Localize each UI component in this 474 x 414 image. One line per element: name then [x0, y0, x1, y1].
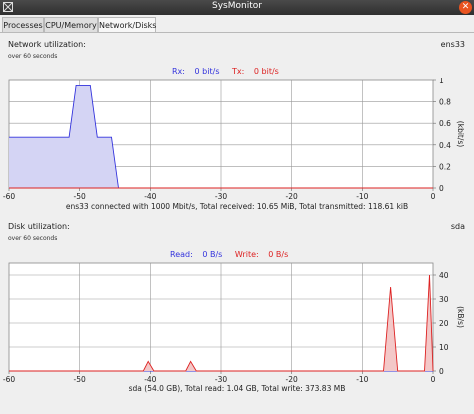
y-tick-label: 0.4: [439, 141, 451, 150]
title-bar: SysMonitor ✕: [0, 0, 474, 15]
network-chart: -60 -50 -40 -30 -20 -10 00 0.2 0.4 0.6 0.8 1 (kbit/s…: [3, 78, 465, 200]
y-tick-label: 30: [439, 295, 449, 304]
x-tick-label: -40: [144, 375, 156, 383]
rx-label: Rx:: [172, 67, 185, 76]
tab-network-disks[interactable]: Network/Disks: [98, 17, 156, 33]
x-tick-label: -10: [356, 375, 368, 383]
read-value: 0 B/s: [202, 250, 223, 259]
x-tick-label: -30: [215, 375, 227, 383]
network-summary: ens33 connected with 1000 Mbit/s, Total …: [65, 202, 409, 211]
disk-device-name: sda: [450, 222, 465, 231]
y-tick-label: 20: [439, 319, 449, 328]
rx-value: 0 bit/s: [194, 67, 220, 76]
x-tick-label: -50: [74, 375, 86, 383]
x-tick-label: 0: [431, 192, 436, 200]
write-value: 0 B/s: [268, 250, 289, 259]
network-legend: Rx: 0 bit/s Tx: 0 bit/s: [172, 67, 279, 76]
tab-cpu-memory[interactable]: CPU/Memory: [44, 17, 98, 32]
tab-processes[interactable]: Processes: [2, 17, 44, 32]
y-axis-label: (kB/s): [456, 306, 465, 328]
y-tick-label: 1: [439, 78, 444, 85]
x-tick-label: -10: [356, 192, 368, 200]
network-heading: Network utilization:: [8, 40, 86, 49]
y-tick-label: 10: [439, 343, 449, 352]
y-tick-label: 0.6: [439, 119, 451, 128]
y-axis-label: (kbit/s): [456, 121, 465, 147]
x-tick-label: -60: [3, 375, 15, 383]
close-icon[interactable]: ✕: [459, 1, 472, 14]
x-tick-label: -40: [144, 192, 156, 200]
read-label: Read:: [170, 250, 193, 259]
disk-window-note: over 60 seconds: [8, 235, 58, 242]
disk-chart: -60 -50 -40 -30 -20 -10 00 10 20 30 40 (kB/s): [3, 262, 465, 383]
x-tick-label: -60: [3, 192, 15, 200]
x-tick-label: 0: [431, 375, 436, 383]
x-tick-label: -20: [286, 375, 298, 383]
disk-summary: sda (54.0 GB), Total read: 1.04 GB, Tota…: [128, 384, 346, 393]
write-label: Write:: [234, 250, 259, 259]
disk-heading: Disk utilization:: [8, 222, 70, 231]
window-title: SysMonitor: [212, 1, 262, 11]
x-tick-label: -50: [74, 192, 86, 200]
x-tick-label: -30: [215, 192, 227, 200]
x-tick-label: -20: [286, 192, 298, 200]
y-tick-label: 0: [439, 367, 444, 376]
y-tick-label: 0: [439, 184, 444, 193]
y-tick-label: 40: [439, 271, 449, 280]
y-tick-label: 0.2: [439, 162, 451, 171]
y-tick-label: 0.8: [439, 98, 451, 107]
network-window-note: over 60 seconds: [8, 53, 58, 60]
disk-legend: Read: 0 B/s Write: 0 B/s: [170, 250, 288, 259]
network-interface-name: ens33: [440, 40, 465, 49]
tx-value: 0 bit/s: [253, 67, 279, 76]
tx-label: Tx:: [232, 67, 245, 76]
